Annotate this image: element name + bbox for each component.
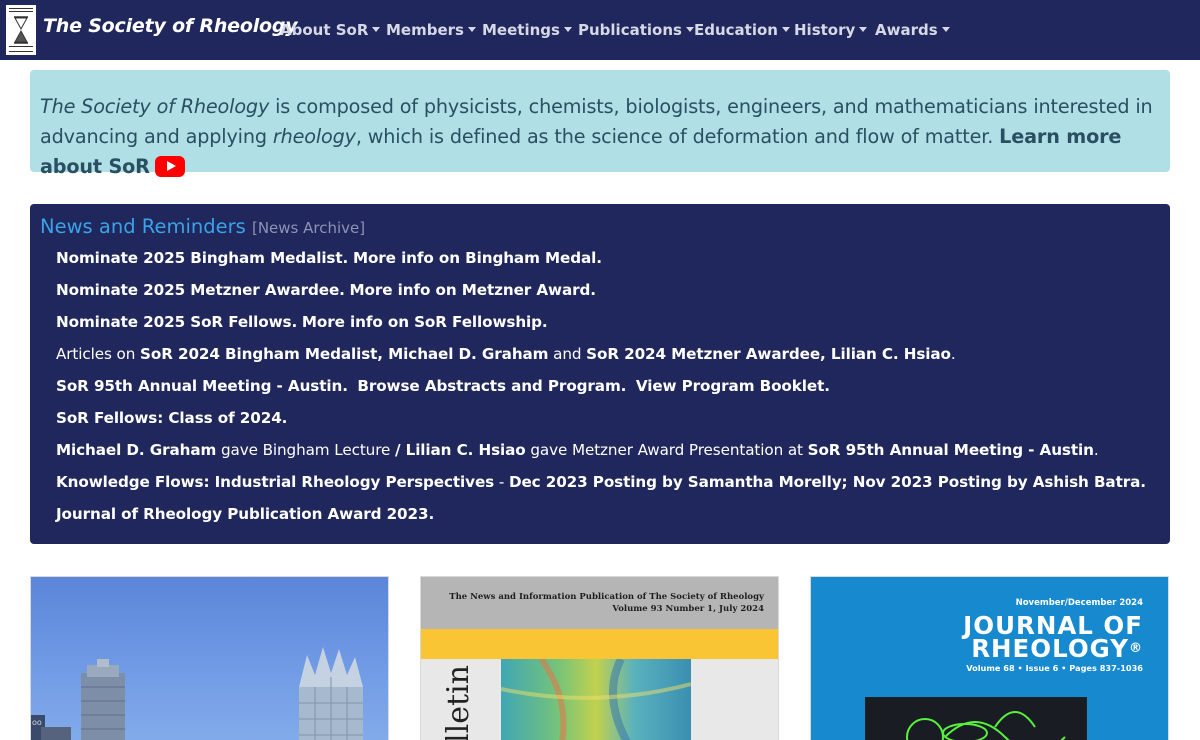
news-item: Nominate 2025 SoR Fellows. More info on … [56,310,1156,342]
bulletin-yellow-band [421,629,778,659]
news-link[interactable]: Journal of Rheology Publication Award 20… [56,505,434,523]
news-link[interactable]: SoR 2024 Metzner Awardee, Lilian C. Hsia… [586,345,951,363]
annual-meeting-card[interactable]: oo [30,576,389,740]
news-link[interactable]: More info on Bingham Medal. [353,249,602,267]
news-item: Nominate 2025 Metzner Awardee. More info… [56,278,1156,310]
news-item: Knowledge Flows: Industrial Rheology Per… [56,473,1146,491]
site-brand[interactable]: The Society of Rheology [43,15,298,37]
journal-cover-image [865,697,1087,740]
intro-society-name: The Society of Rheology [40,95,270,118]
society-logo[interactable] [5,4,37,56]
austin-skyline-image: oo [31,647,363,740]
news-heading: News and Reminders [News Archive] [40,215,366,238]
nav-history[interactable]: History [794,21,868,39]
news-archive-link[interactable]: [News Archive] [252,219,365,237]
news-item: SoR Fellows: Class of 2024. [56,406,1156,438]
bulletin-cover-image [501,659,691,740]
news-link[interactable]: Michael D. Graham [56,441,216,459]
caret-down-icon [859,27,868,32]
news-link[interactable]: More info on SoR Fellowship. [302,313,548,331]
nav-education[interactable]: Education [694,21,790,39]
news-item: Journal of Rheology Publication Award 20… [56,502,1156,534]
news-link[interactable]: View Program Booklet. [636,377,830,395]
news-link[interactable]: Dec 2023 Posting by Samantha Morelly [509,473,842,491]
nav-about[interactable]: About SoR [280,21,381,39]
news-item: SoR 95th Annual Meeting - Austin. Browse… [56,374,1156,406]
nav-publications[interactable]: Publications [578,21,694,39]
hourglass-icon [14,16,28,44]
news-panel: News and Reminders [News Archive] Nomina… [30,204,1170,544]
youtube-icon[interactable] [154,156,185,177]
news-link[interactable]: More info on Metzner Award. [350,281,596,299]
caret-down-icon [467,27,476,32]
bulletin-card[interactable]: The News and Information Publication of … [420,576,779,740]
nav-meetings[interactable]: Meetings [482,21,572,39]
nav-members[interactable]: Members [386,21,476,39]
bulletin-header: The News and Information Publication of … [421,577,778,629]
intro-text-2: , which is defined as the science of def… [355,125,1000,148]
caret-down-icon [941,27,950,32]
news-link[interactable]: SoR 2024 Bingham Medalist, Michael D. Gr… [140,345,548,363]
news-list: Nominate 2025 Bingham Medalist. More inf… [56,246,1156,534]
caret-down-icon [372,27,381,32]
journal-volume: Volume 68 • Issue 6 • Pages 837-1036 [966,663,1143,673]
news-link[interactable]: Lilian C. Hsiao [400,441,526,459]
caret-down-icon [781,27,790,32]
news-link[interactable]: Nominate 2025 SoR Fellows. [56,313,297,331]
intro-banner: The Society of Rheology is composed of p… [30,70,1170,178]
nav-awards[interactable]: Awards [875,21,950,39]
news-link[interactable]: Nov 2023 Posting by Ashish Batra [853,473,1141,491]
news-link[interactable]: Nominate 2025 Bingham Medalist. [56,249,348,267]
navbar: The Society of Rheology About SoR Member… [0,0,1200,60]
news-link[interactable]: SoR 95th Annual Meeting - Austin [808,441,1094,459]
news-link[interactable]: Nominate 2025 Metzner Awardee. [56,281,345,299]
caret-down-icon [685,27,694,32]
news-link[interactable]: Browse Abstracts and Program. [357,377,626,395]
journal-issue: November/December 2024 [1015,598,1143,608]
news-item: Articles on SoR 2024 Bingham Medalist, M… [56,345,956,363]
bulletin-header-line2: Volume 93 Number 1, July 2024 [612,604,764,614]
news-item: Michael D. Graham gave Bingham Lecture /… [56,441,1099,459]
journal-card[interactable]: November/December 2024 JOURNAL OF RHEOLO… [810,576,1169,740]
news-link[interactable]: Knowledge Flows: Industrial Rheology Per… [56,473,494,491]
news-item: Nominate 2025 Bingham Medalist. More inf… [56,246,1156,278]
svg-text:oo: oo [32,718,42,727]
caret-down-icon [563,27,572,32]
bulletin-vertical-title: lletin [441,665,476,740]
journal-title-line2: RHEOLOGY® [971,634,1143,663]
news-link[interactable]: SoR Fellows: Class of 2024. [56,409,287,427]
bulletin-header-line1: The News and Information Publication of … [449,592,764,602]
intro-rheology: rheology [272,125,356,148]
news-link[interactable]: SoR 95th Annual Meeting - Austin. [56,377,348,395]
